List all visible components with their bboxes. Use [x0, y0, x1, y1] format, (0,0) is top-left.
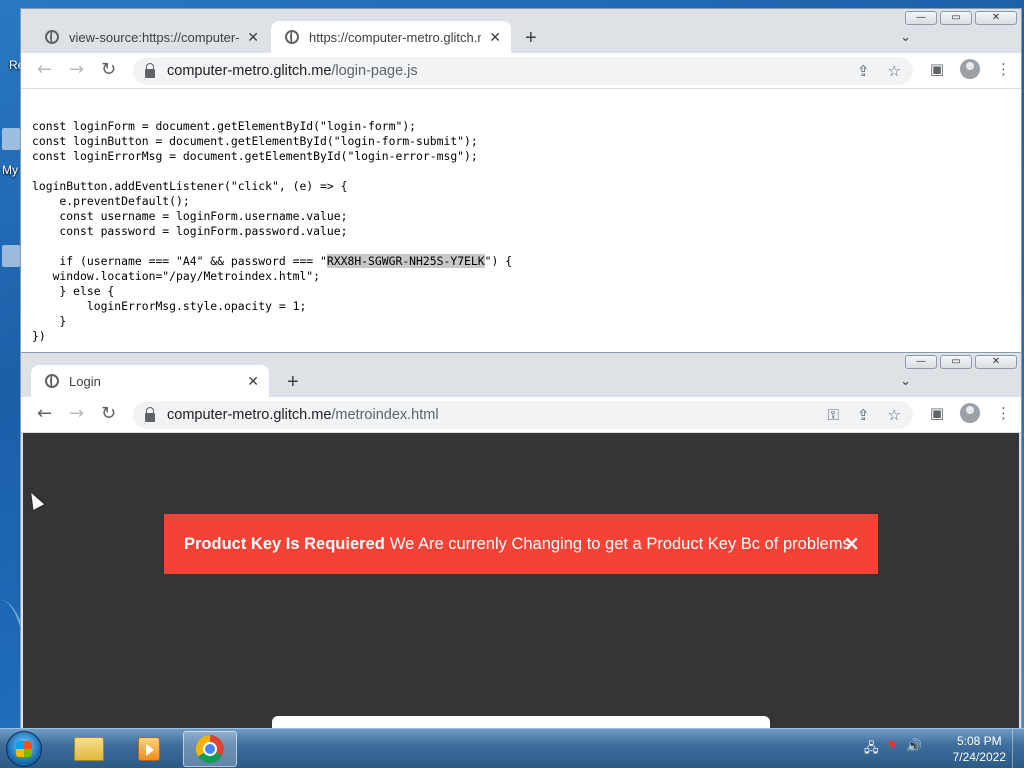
globe-icon: [45, 374, 59, 388]
browser-toolbar: ← → ↻ computer-metro.glitch.me/login-pag…: [21, 53, 1021, 89]
lock-icon: [145, 62, 155, 78]
new-tab-button[interactable]: +: [525, 28, 537, 48]
desktop-icon[interactable]: [2, 245, 20, 267]
system-tray: 🖧 ⚑ 🔊: [864, 739, 922, 761]
chrome-icon: [196, 735, 224, 763]
code-line: const password = loginForm.password.valu…: [32, 224, 348, 238]
code-line: const loginButton = document.getElementB…: [32, 134, 478, 148]
browser-toolbar: ← → ↻ computer-metro.glitch.me/metroinde…: [21, 397, 1021, 433]
network-icon[interactable]: 🖧: [864, 739, 879, 761]
start-button[interactable]: [6, 731, 42, 767]
desktop-icon[interactable]: [2, 128, 20, 150]
tab-view-source[interactable]: view-source:https://computer-m ✕: [31, 21, 269, 53]
url-path: /login-page.js: [331, 63, 418, 79]
clock-time: 5:08 PM: [956, 734, 1002, 748]
tab-title: https://computer-metro.glitch.m: [309, 29, 482, 45]
taskbar-explorer[interactable]: [62, 731, 116, 767]
globe-icon: [285, 30, 299, 44]
new-tab-button[interactable]: +: [287, 372, 299, 392]
menu-icon[interactable]: ⋮: [996, 404, 1011, 422]
close-tab-icon[interactable]: ✕: [247, 373, 259, 390]
code-line: }: [32, 314, 67, 328]
profile-avatar[interactable]: [960, 59, 980, 79]
alert-message: We Are currenly Changing to get a Produc…: [389, 534, 851, 553]
action-center-flag-icon[interactable]: ⚑: [887, 739, 899, 761]
tab-login-page-js[interactable]: https://computer-metro.glitch.m ✕: [271, 21, 511, 53]
tab-login[interactable]: Login ✕: [31, 365, 269, 397]
tab-title: view-source:https://computer-m: [69, 29, 240, 45]
taskbar: 🖧 ⚑ 🔊 5:08 PM 7/24/2022: [0, 728, 1024, 768]
tab-strip: Login ✕ + ⌄: [21, 361, 1021, 397]
code-line: }): [32, 329, 46, 343]
alert-title: Product Key Is Requiered: [184, 534, 385, 553]
code-line: const loginForm = document.getElementByI…: [32, 119, 417, 133]
code-line: if (username === "A4" && password === ": [32, 254, 327, 268]
taskbar-chrome[interactable]: [183, 731, 237, 767]
url-host: computer-metro.glitch.me: [167, 407, 332, 423]
tab-title: Login: [69, 373, 101, 389]
media-player-icon: [138, 737, 160, 761]
code-fragment: ") {: [484, 254, 513, 268]
address-bar[interactable]: computer-metro.glitch.me/metroindex.html…: [133, 401, 913, 429]
tab-strip: view-source:https://computer-m ✕ https:/…: [21, 17, 1021, 53]
show-desktop-button[interactable]: [1012, 729, 1024, 768]
profile-avatar[interactable]: [960, 403, 980, 423]
url-host: computer-metro.glitch.me: [167, 63, 332, 79]
highlighted-product-key[interactable]: RXX8H-SGWGR-NH25S-Y7ELK: [326, 254, 485, 268]
forward-button[interactable]: →: [69, 59, 84, 80]
side-panel-icon[interactable]: ▣: [930, 60, 944, 78]
bookmark-star-icon[interactable]: ☆: [888, 62, 901, 80]
address-bar[interactable]: computer-metro.glitch.me/login-page.js ⇪…: [133, 57, 913, 85]
close-tab-icon[interactable]: ✕: [247, 29, 259, 46]
code-line: loginButton.addEventListener("click", (e…: [32, 179, 348, 193]
lock-icon: [145, 406, 155, 422]
browser-window-login[interactable]: — ▭ ✕ Login ✕ + ⌄ ← → ↻ computer-metro.g…: [20, 352, 1022, 732]
volume-icon[interactable]: 🔊: [906, 739, 922, 761]
code-line: e.preventDefault();: [32, 194, 190, 208]
mouse-pointer-icon: [25, 490, 45, 510]
clock[interactable]: 5:08 PM 7/24/2022: [953, 733, 1006, 765]
tab-search-dropdown-icon[interactable]: ⌄: [900, 29, 911, 45]
globe-icon: [45, 30, 59, 44]
bookmark-star-icon[interactable]: ☆: [888, 406, 901, 424]
url-path: /metroindex.html: [331, 407, 439, 423]
product-key-alert: Product Key Is Requiered We Are currenly…: [164, 514, 878, 574]
back-button[interactable]: ←: [37, 403, 52, 424]
reload-button[interactable]: ↻: [101, 59, 116, 80]
clock-date: 7/24/2022: [952, 750, 1006, 764]
share-icon[interactable]: ⇪: [857, 62, 870, 80]
tab-search-dropdown-icon[interactable]: ⌄: [900, 373, 911, 389]
menu-icon[interactable]: ⋮: [996, 60, 1011, 78]
folder-icon: [74, 737, 104, 761]
browser-window-source[interactable]: — ▭ ✕ view-source:https://computer-m ✕ h…: [20, 8, 1022, 354]
close-tab-icon[interactable]: ✕: [489, 29, 501, 46]
reload-button[interactable]: ↻: [101, 403, 116, 424]
code-line: loginErrorMsg.style.opacity = 1;: [32, 299, 307, 313]
code-line: } else {: [32, 284, 115, 298]
key-icon[interactable]: ⚿: [828, 406, 839, 424]
code-line: const loginErrorMsg = document.getElemen…: [32, 149, 478, 163]
share-icon[interactable]: ⇪: [857, 406, 870, 424]
alert-close-button[interactable]: ×: [843, 531, 860, 555]
side-panel-icon[interactable]: ▣: [930, 404, 944, 422]
code-line: const username = loginForm.username.valu…: [32, 209, 348, 223]
code-block: const loginForm = document.getElementByI…: [32, 119, 1021, 344]
back-button[interactable]: ←: [37, 59, 52, 80]
taskbar-media-player[interactable]: [122, 731, 176, 767]
source-code-view: const loginForm = document.getElementByI…: [21, 89, 1021, 354]
forward-button[interactable]: →: [69, 403, 84, 424]
web-page-content: Product Key Is Requiered We Are currenly…: [23, 433, 1019, 731]
code-line: window.location="/pay/Metroindex.html";: [32, 269, 321, 283]
